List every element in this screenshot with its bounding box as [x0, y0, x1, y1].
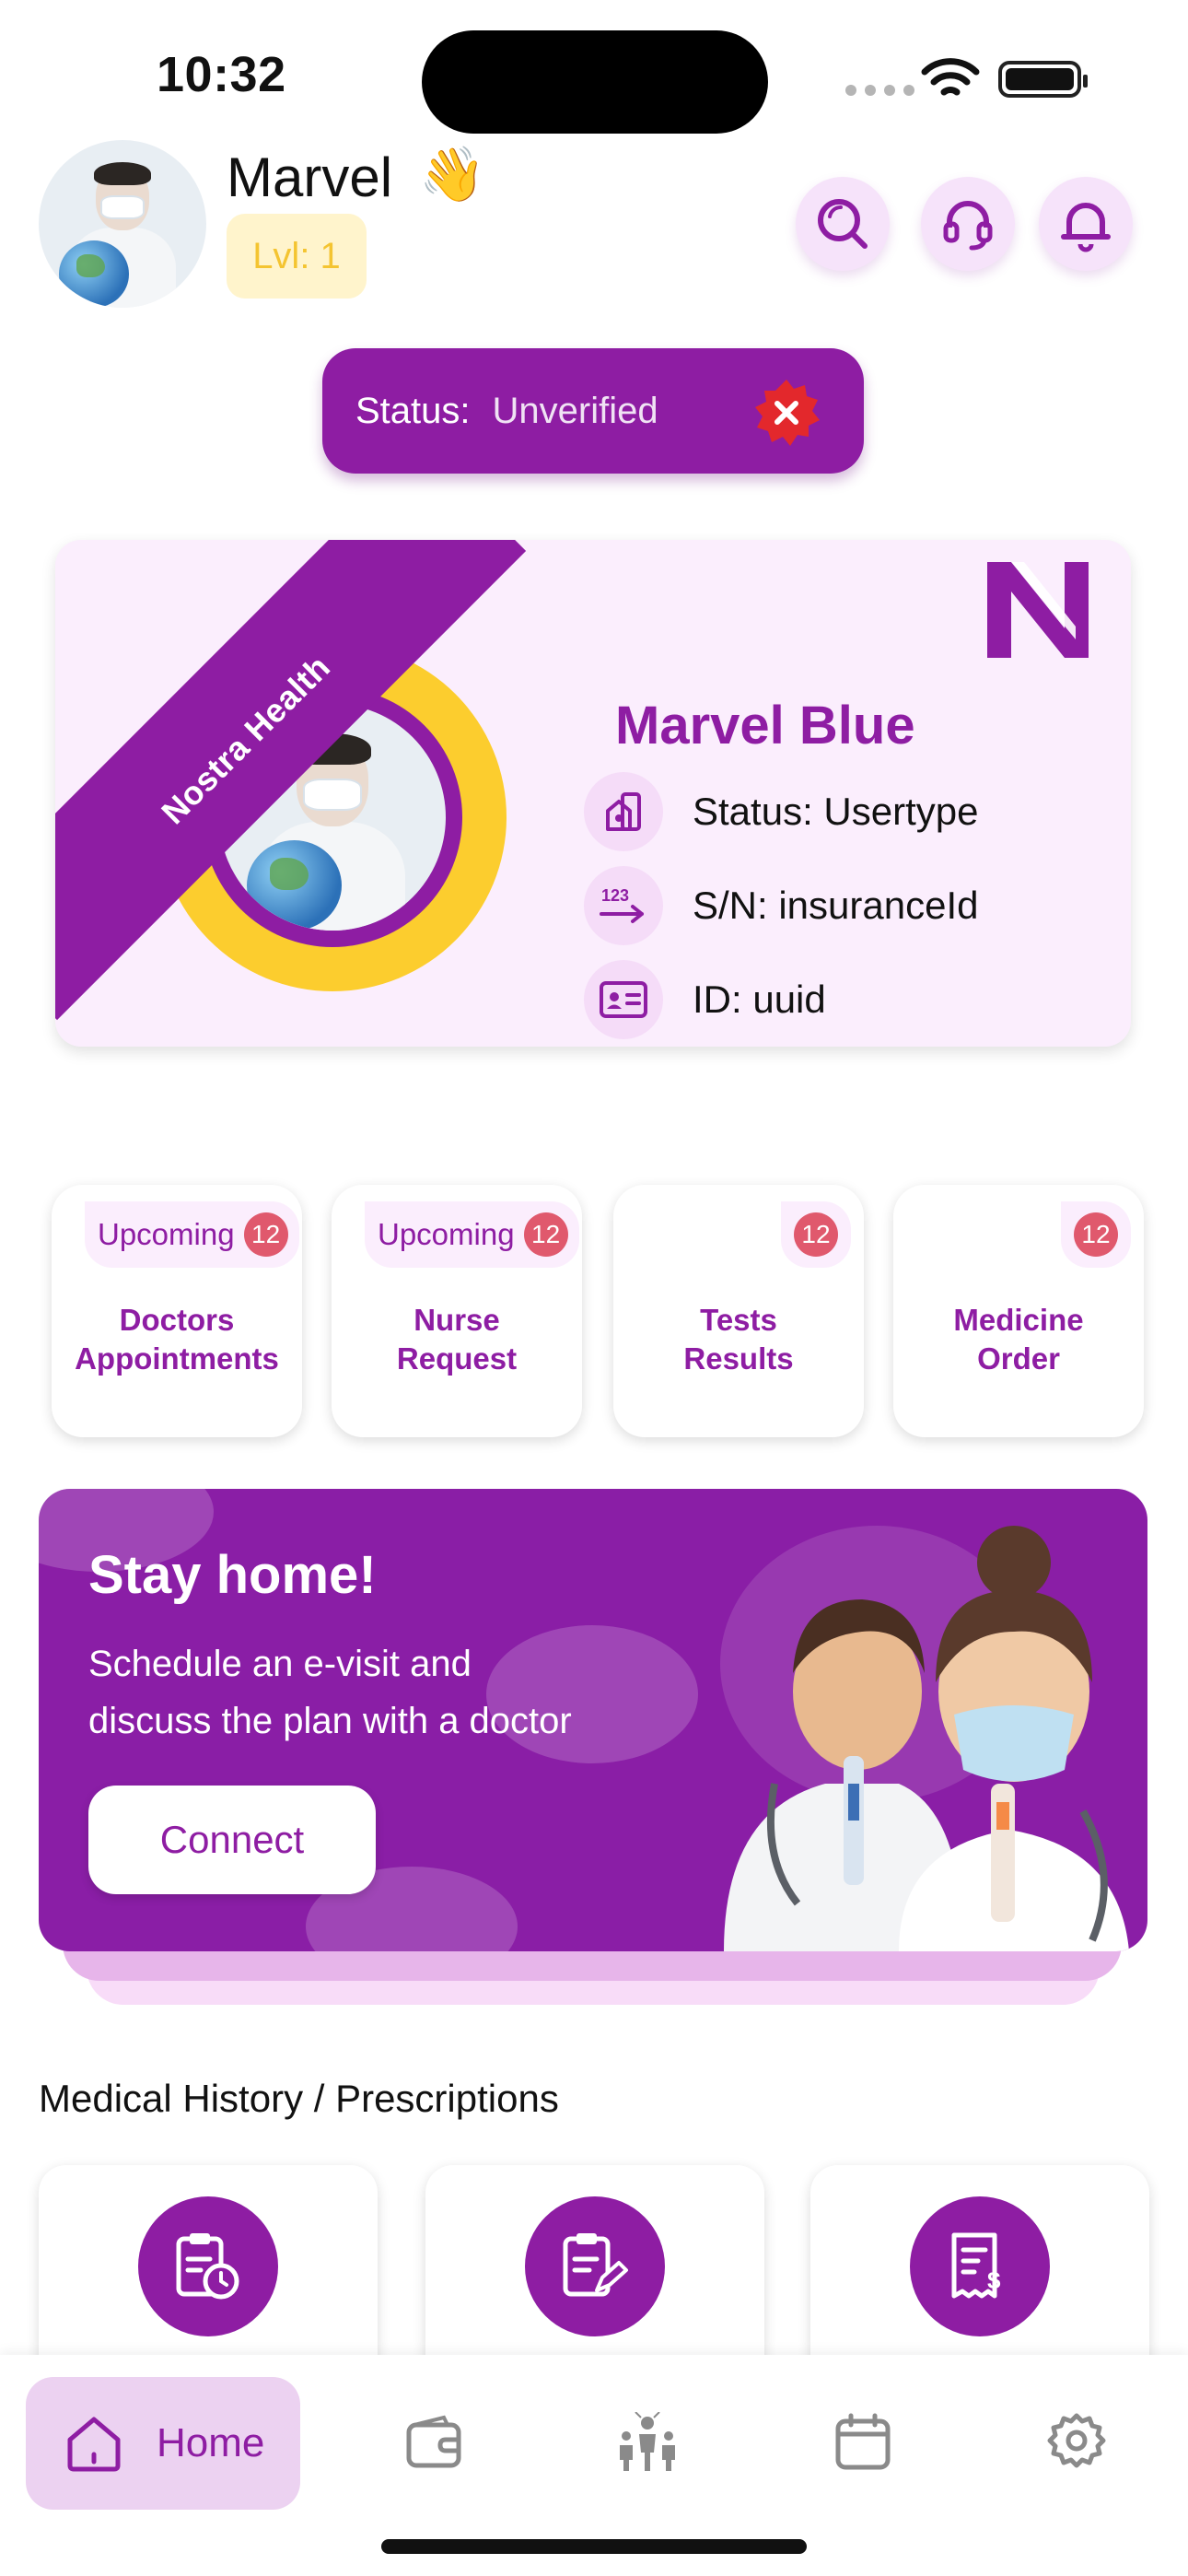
- promo-banner[interactable]: Stay home! Schedule an e-visit and discu…: [39, 1489, 1147, 1951]
- connect-button[interactable]: Connect: [88, 1786, 376, 1894]
- wallet-icon[interactable]: [403, 2412, 464, 2473]
- status-bar-time: 10:32: [157, 47, 286, 102]
- card-row-serial: 123 S/N: insuranceId: [584, 866, 979, 945]
- tile-tests-results[interactable]: 12 Tests Results: [613, 1185, 864, 1437]
- count-badge: 12: [1074, 1212, 1118, 1257]
- tile-doctors-appointments[interactable]: Upcoming 12 Doctors Appointments: [52, 1185, 302, 1437]
- insurance-card[interactable]: Nostra Health Marvel Blue Status: Userty…: [55, 540, 1131, 1047]
- dynamic-island: [422, 30, 768, 134]
- tile-medicine-order[interactable]: 12 Medicine Order: [893, 1185, 1144, 1437]
- wifi-icon: [921, 58, 980, 96]
- card-row-status: Status: Usertype: [584, 772, 978, 851]
- section-title-medical-history: Medical History / Prescriptions: [39, 2077, 559, 2120]
- promo-title: Stay home!: [88, 1545, 377, 1605]
- search-icon: [818, 199, 868, 249]
- user-name: Marvel: [227, 146, 393, 208]
- verification-status-pill[interactable]: Status: Unverified: [322, 348, 864, 474]
- history-card-billing[interactable]: $: [810, 2165, 1149, 2386]
- calendar-icon[interactable]: [833, 2412, 893, 2473]
- avatar[interactable]: [39, 140, 206, 308]
- clipboard-clock-icon: [176, 2233, 239, 2300]
- home-icon: [67, 2417, 121, 2472]
- clipboard-edit-icon: [563, 2233, 628, 2297]
- svg-text:$: $: [987, 2266, 1001, 2294]
- serial-number-icon: 123: [600, 886, 644, 923]
- promo-text-line2: discuss the plan with a doctor: [88, 1701, 572, 1741]
- wave-emoji: 👋: [419, 145, 486, 205]
- count-badge: 12: [794, 1212, 838, 1257]
- tile-nurse-request[interactable]: Upcoming 12 Nurse Request: [332, 1185, 582, 1437]
- count-badge: 12: [243, 1212, 288, 1257]
- history-card-prescriptions[interactable]: [425, 2165, 764, 2386]
- search-button[interactable]: [796, 177, 890, 271]
- notifications-button[interactable]: [1039, 177, 1133, 271]
- home-indicator: [381, 2539, 807, 2554]
- user-type-icon: [606, 792, 641, 831]
- svg-text:123: 123: [601, 886, 629, 905]
- count-badge: 12: [523, 1212, 568, 1257]
- battery-icon: [998, 61, 1088, 98]
- status-label: Status:: [355, 390, 471, 431]
- nostra-logo-icon: [987, 562, 1089, 658]
- unverified-icon: [755, 380, 820, 446]
- support-button[interactable]: [921, 177, 1015, 271]
- card-holder-name: Marvel Blue: [615, 696, 915, 755]
- level-badge: Lvl: 1: [227, 214, 367, 299]
- doctors-illustration: [724, 1526, 1129, 1951]
- promo-text-line1: Schedule an e-visit and: [88, 1644, 472, 1684]
- nav-home[interactable]: Home: [26, 2377, 300, 2510]
- upcoming-chip: Upcoming 12: [85, 1201, 299, 1268]
- history-card-appointments[interactable]: [39, 2165, 378, 2386]
- upcoming-chip: Upcoming 12: [365, 1201, 579, 1268]
- bell-icon: [1061, 203, 1111, 252]
- receipt-dollar-icon: $: [951, 2232, 1001, 2299]
- headset-icon: [943, 201, 993, 251]
- signal-icon: [845, 85, 914, 96]
- nav-home-label: Home: [157, 2420, 265, 2465]
- family-icon[interactable]: [613, 2412, 681, 2473]
- id-card-icon: [600, 981, 647, 1018]
- card-row-id: ID: uuid: [584, 960, 826, 1039]
- settings-icon[interactable]: [1046, 2412, 1107, 2473]
- status-value: Unverified: [492, 390, 658, 431]
